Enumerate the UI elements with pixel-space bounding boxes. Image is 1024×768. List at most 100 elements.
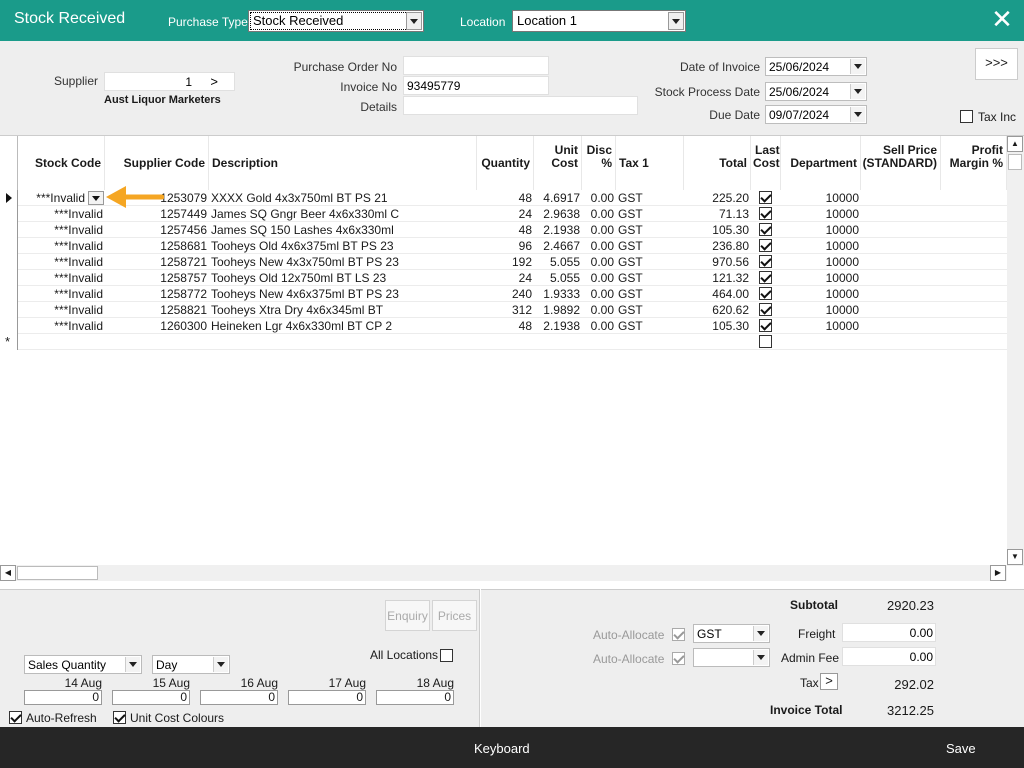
cell-quantity[interactable]: 48 <box>477 222 534 238</box>
table-row[interactable]: ***Invalid 1258772 Tooheys New 4x6x375ml B… <box>0 286 1008 302</box>
row-selector[interactable] <box>0 190 18 206</box>
cell-department[interactable]: 10000 <box>781 254 861 270</box>
cell-supplier-code[interactable]: 1258681 <box>105 238 209 254</box>
cell-description[interactable]: James SQ 150 Lashes 4x6x330ml <box>209 222 477 238</box>
table-row[interactable]: ***Invalid 1260300 Heineken Lgr 4x6x330ml … <box>0 318 1008 334</box>
details-input[interactable] <box>403 96 638 115</box>
row-selector[interactable] <box>0 238 18 254</box>
cell-unit-cost[interactable]: 1.9333 <box>534 286 582 302</box>
cell-quantity[interactable]: 240 <box>477 286 534 302</box>
cell-department[interactable]: 10000 <box>781 318 861 334</box>
auto-allocate-freight-checkbox[interactable] <box>672 628 685 641</box>
col-sell-price[interactable]: Sell Price (STANDARD) <box>861 136 941 190</box>
cell-description[interactable]: Tooheys Xtra Dry 4x6x345ml BT <box>209 302 477 318</box>
cell-department[interactable]: 10000 <box>781 222 861 238</box>
due-date-picker[interactable]: 09/07/2024 <box>765 105 867 124</box>
admin-fee-tax-select[interactable] <box>693 648 770 667</box>
col-stock-code[interactable]: Stock Code <box>18 136 105 190</box>
cell-tax[interactable]: GST <box>616 318 684 334</box>
chevron-down-icon[interactable] <box>753 650 768 665</box>
last-cost-checkbox[interactable] <box>759 319 772 332</box>
cell-tax[interactable]: GST <box>616 222 684 238</box>
cell-department[interactable]: 10000 <box>781 190 861 206</box>
cell-quantity[interactable]: 24 <box>477 270 534 286</box>
cell-description[interactable]: XXXX Gold 4x3x750ml BT PS 21 <box>209 190 477 206</box>
scroll-up-icon[interactable]: ▲ <box>1007 136 1023 152</box>
scroll-left-icon[interactable]: ◀ <box>0 565 16 581</box>
row-selector[interactable] <box>0 270 18 286</box>
date-invoice-picker[interactable]: 25/06/2024 <box>765 57 867 76</box>
cell-supplier-code[interactable]: 1258757 <box>105 270 209 286</box>
last-cost-checkbox[interactable] <box>759 271 772 284</box>
cell-unit-cost[interactable]: 1.9892 <box>534 302 582 318</box>
table-row[interactable]: ***Invalid 1258681 Tooheys Old 4x6x375ml B… <box>0 238 1008 254</box>
cell-total[interactable]: 105.30 <box>684 318 751 334</box>
last-cost-checkbox[interactable] <box>759 191 772 204</box>
horizontal-scrollbar[interactable]: ◀ ▶ <box>0 565 1007 581</box>
chevron-down-icon[interactable] <box>753 626 768 641</box>
cell-tax[interactable]: GST <box>616 254 684 270</box>
cell-description[interactable]: Tooheys New 4x6x375ml BT PS 23 <box>209 286 477 302</box>
cell-department[interactable]: 10000 <box>781 238 861 254</box>
cell-unit-cost[interactable]: 4.6917 <box>534 190 582 206</box>
row-selector[interactable]: * <box>0 334 18 350</box>
cell-supplier-code[interactable]: 1258821 <box>105 302 209 318</box>
cell-tax[interactable]: GST <box>616 206 684 222</box>
cell-disc[interactable]: 0.00 <box>582 222 616 238</box>
chevron-down-icon[interactable] <box>850 59 865 74</box>
col-unit-cost[interactable]: Unit Cost <box>534 136 582 190</box>
cell-tax[interactable]: GST <box>616 190 684 206</box>
cell-total[interactable]: 620.62 <box>684 302 751 318</box>
tax-detail-button[interactable]: > <box>820 673 838 690</box>
cell-quantity[interactable]: 48 <box>477 318 534 334</box>
cell-department[interactable]: 10000 <box>781 270 861 286</box>
cell-tax[interactable]: GST <box>616 302 684 318</box>
cell-stock-code[interactable]: ***Invalid <box>18 238 105 254</box>
row-selector[interactable] <box>0 222 18 238</box>
cell-disc[interactable]: 0.00 <box>582 206 616 222</box>
stock-process-date-picker[interactable]: 25/06/2024 <box>765 82 867 101</box>
vertical-scroll-thumb[interactable] <box>1008 154 1022 170</box>
col-tax1[interactable]: Tax 1 <box>616 136 684 190</box>
cell-stock-code[interactable]: ***Invalid <box>18 302 105 318</box>
cell-unit-cost[interactable]: 2.1938 <box>534 318 582 334</box>
vertical-scrollbar[interactable]: ▲ ▼ <box>1007 136 1024 566</box>
cell-stock-code[interactable]: ***Invalid <box>18 206 105 222</box>
period-select[interactable]: Day <box>152 655 230 674</box>
cell-disc[interactable]: 0.00 <box>582 254 616 270</box>
cell-supplier-code[interactable]: 1258772 <box>105 286 209 302</box>
cell-department[interactable]: 10000 <box>781 206 861 222</box>
cell-department[interactable]: 10000 <box>781 302 861 318</box>
row-selector[interactable] <box>0 254 18 270</box>
row-selector[interactable] <box>0 318 18 334</box>
last-cost-checkbox[interactable] <box>759 335 772 348</box>
chevron-down-icon[interactable] <box>668 12 684 30</box>
cell-stock-code[interactable]: ***Invalid <box>18 254 105 270</box>
chevron-down-icon[interactable] <box>213 657 228 672</box>
cell-total[interactable]: 970.56 <box>684 254 751 270</box>
cell-disc[interactable]: 0.00 <box>582 286 616 302</box>
cell-unit-cost[interactable]: 5.055 <box>534 254 582 270</box>
cell-department[interactable]: 10000 <box>781 286 861 302</box>
col-quantity[interactable]: Quantity <box>477 136 534 190</box>
cell-disc[interactable]: 0.00 <box>582 318 616 334</box>
horizontal-scroll-thumb[interactable] <box>17 566 98 580</box>
location-select[interactable]: Location 1 <box>512 10 686 32</box>
unit-cost-colours-checkbox[interactable] <box>113 711 126 724</box>
cell-total[interactable]: 236.80 <box>684 238 751 254</box>
cell-tax[interactable]: GST <box>616 286 684 302</box>
last-cost-checkbox[interactable] <box>759 255 772 268</box>
cell-disc[interactable]: 0.00 <box>582 238 616 254</box>
cell-total[interactable]: 105.30 <box>684 222 751 238</box>
stock-code-dropdown-icon[interactable] <box>88 191 104 205</box>
save-button[interactable]: Save <box>946 741 976 756</box>
cell-quantity[interactable]: 312 <box>477 302 534 318</box>
table-row[interactable]: ***Invalid 1258757 Tooheys Old 12x750ml BT… <box>0 270 1008 286</box>
chevron-down-icon[interactable] <box>125 657 140 672</box>
cell-description[interactable]: Heineken Lgr 4x6x330ml BT CP 2 <box>209 318 477 334</box>
last-cost-checkbox[interactable] <box>759 303 772 316</box>
enquiry-button[interactable]: Enquiry <box>385 600 430 631</box>
cell-stock-code[interactable]: ***Invalid <box>18 318 105 334</box>
chevron-down-icon[interactable] <box>850 107 865 122</box>
auto-allocate-admin-checkbox[interactable] <box>672 652 685 665</box>
